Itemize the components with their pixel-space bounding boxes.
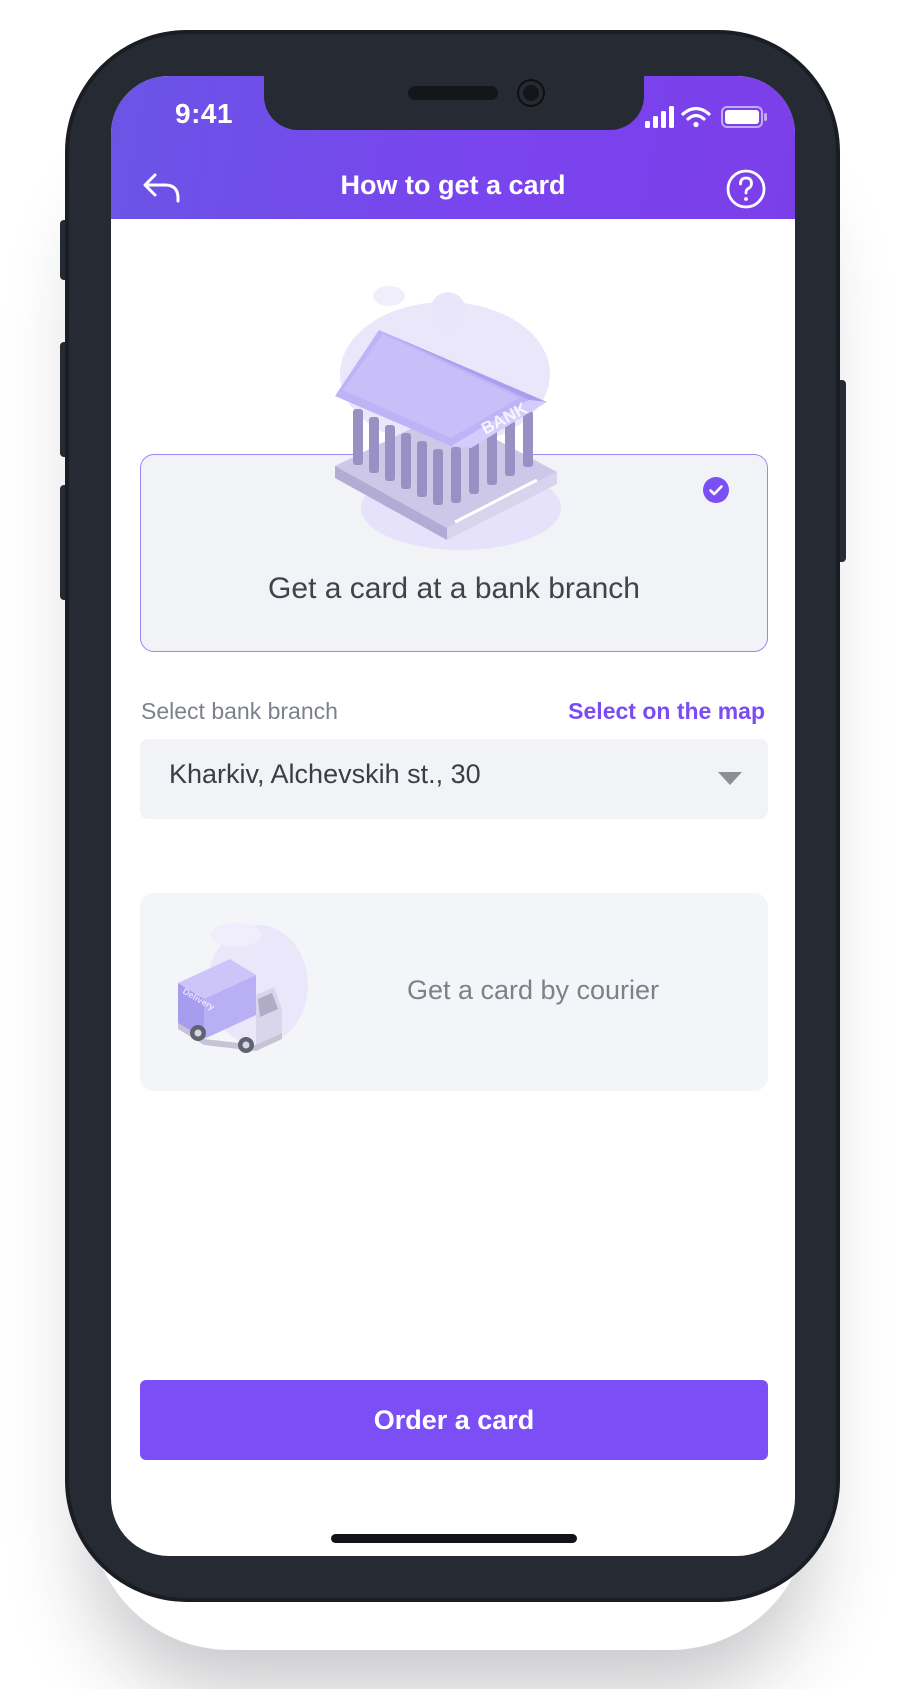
mockup-stage: 9:41 How to get a card BANK Get a card a… bbox=[0, 0, 904, 1689]
chevron-down-icon bbox=[718, 772, 742, 785]
option-title-courier: Get a card by courier bbox=[406, 975, 660, 1005]
speaker-grille bbox=[408, 86, 498, 100]
question-circle-icon[interactable] bbox=[725, 168, 767, 210]
page-title: How to get a card bbox=[340, 170, 566, 200]
front-camera bbox=[519, 81, 543, 105]
bank-building-illustration: BANK bbox=[335, 286, 561, 550]
branch-select-value: Kharkiv, Alchevskih st., 30 bbox=[169, 759, 481, 789]
option-title-bank-branch: Get a card at a bank branch bbox=[268, 572, 640, 605]
signal-icon bbox=[645, 106, 674, 128]
phone-screen: 9:41 How to get a card BANK Get a card a… bbox=[111, 76, 795, 1556]
home-indicator bbox=[331, 1534, 577, 1543]
option-card-courier[interactable]: Delivery Get a card by courier bbox=[140, 893, 768, 1091]
check-circle-icon bbox=[703, 477, 729, 503]
app-header: 9:41 How to get a card bbox=[111, 76, 795, 219]
wifi-icon bbox=[681, 106, 711, 128]
branch-select-label: Select bank branch bbox=[141, 698, 338, 724]
order-card-button[interactable]: Order a card bbox=[140, 1380, 768, 1460]
status-icons bbox=[645, 106, 767, 128]
notch bbox=[264, 76, 644, 130]
branch-select-dropdown[interactable]: Kharkiv, Alchevskih st., 30 bbox=[140, 739, 768, 819]
delivery-truck-illustration: Delivery bbox=[178, 923, 308, 1053]
select-on-map-link[interactable]: Select on the map bbox=[568, 698, 765, 725]
battery-icon bbox=[721, 106, 767, 128]
back-arrow-icon[interactable] bbox=[141, 170, 183, 206]
status-time: 9:41 bbox=[175, 98, 234, 129]
